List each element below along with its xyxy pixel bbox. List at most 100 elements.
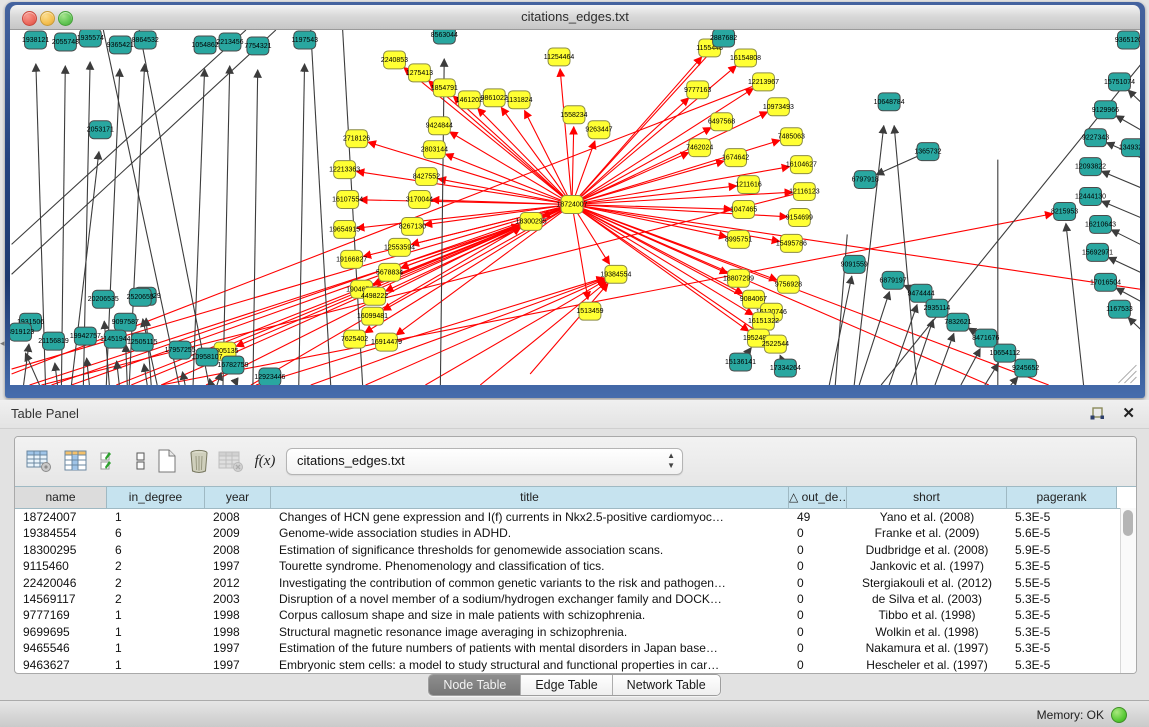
network-node[interactable]: 9365421 [107, 36, 134, 54]
network-node[interactable]: 5678834 [376, 263, 403, 281]
network-node[interactable]: 9245652 [1012, 359, 1039, 377]
network-node[interactable]: 8864532 [132, 31, 159, 49]
network-node[interactable]: 9756928 [775, 275, 802, 293]
network-window-titlebar[interactable]: citations_edges.txt [10, 5, 1140, 30]
network-node[interactable]: 2213456 [216, 33, 243, 51]
table-row[interactable]: 1938455462009Genome-wide association stu… [15, 525, 1136, 541]
column-header-year[interactable]: year [205, 487, 271, 508]
network-node[interactable]: 1047465 [730, 201, 757, 219]
network-node[interactable]: 12505115 [127, 333, 158, 351]
network-node[interactable]: 7754321 [244, 37, 271, 55]
table-row[interactable]: 1872400712008Changes of HCN gene express… [15, 509, 1136, 525]
network-node[interactable]: 1461202 [456, 91, 483, 109]
network-node[interactable]: 15495786 [776, 234, 807, 252]
network-node[interactable]: 9424844 [426, 117, 453, 135]
network-node[interactable]: 7462024 [686, 139, 713, 157]
network-node[interactable]: 1558234 [560, 106, 587, 124]
table-row[interactable]: 946554611997Estimation of the future num… [15, 640, 1136, 656]
network-node[interactable]: 9097587 [112, 313, 139, 331]
network-node[interactable]: 2053171 [87, 121, 114, 139]
network-canvas[interactable]: 1872400718300295271812612213363161075541… [10, 30, 1140, 385]
network-node[interactable]: 1197543 [291, 31, 318, 49]
network-node[interactable]: 9861022 [481, 89, 508, 107]
network-node[interactable]: 18807299 [723, 269, 754, 287]
network-node[interactable]: 1365732 [914, 143, 941, 161]
network-node[interactable]: 17016504 [1090, 273, 1121, 291]
network-node[interactable]: 2887682 [710, 30, 737, 47]
network-node[interactable]: 15136141 [725, 353, 756, 371]
network-node[interactable]: 2803144 [421, 141, 448, 159]
network-node[interactable]: 16151322 [748, 312, 779, 330]
network-node[interactable]: 18724007 [557, 196, 588, 214]
resize-grip-icon[interactable] [1130, 377, 1136, 383]
network-node[interactable]: 15692971 [1082, 243, 1113, 261]
network-node[interactable]: 8995751 [725, 230, 752, 248]
network-node[interactable]: 12213967 [748, 73, 779, 91]
network-node[interactable]: 19166827 [336, 250, 367, 268]
scrollbar-thumb[interactable] [1123, 510, 1133, 536]
network-node[interactable]: 10973493 [763, 98, 794, 116]
show-columns-icon[interactable] [62, 447, 90, 475]
network-node[interactable]: 18300295 [516, 212, 547, 230]
network-node[interactable]: 15751074 [1104, 73, 1135, 91]
table-row[interactable]: 1456911722003Disruption of a novel membe… [15, 591, 1136, 607]
network-node[interactable]: 9263447 [585, 121, 612, 139]
table-row[interactable]: 946362711997Embryonic stem cells: a mode… [15, 657, 1136, 673]
network-node[interactable]: 6879197 [880, 271, 907, 289]
network-node[interactable]: 10648784 [874, 93, 905, 111]
network-node[interactable]: 16914479 [371, 333, 402, 351]
table-row[interactable]: 977716911998Corpus callosum shape and si… [15, 607, 1136, 623]
column-header-out_de[interactable]: △ out_de… [789, 487, 847, 508]
delete-table-icon[interactable] [217, 447, 245, 475]
network-node[interactable]: 7625402 [341, 330, 368, 348]
table-select-dropdown[interactable]: citations_edges.txt ▲▼ [286, 448, 683, 475]
network-node[interactable]: 9154699 [786, 208, 813, 226]
network-node[interactable]: 16782759 [217, 356, 248, 374]
network-node[interactable]: 20206535 [88, 290, 119, 308]
network-node[interactable]: 9129966 [1092, 101, 1119, 119]
network-node[interactable]: 2935114 [924, 299, 951, 317]
network-node[interactable]: 2718126 [343, 130, 370, 148]
column-header-name[interactable]: name [15, 487, 107, 508]
column-header-title[interactable]: title [271, 487, 789, 508]
column-header-in_degree[interactable]: in_degree [107, 487, 205, 508]
network-node[interactable]: 12553594 [384, 238, 415, 256]
network-node[interactable]: 16099481 [357, 307, 388, 325]
table-row[interactable]: 969969511998Structural magnetic resonanc… [15, 624, 1136, 640]
network-node[interactable]: 2520655 [127, 288, 154, 306]
network-node[interactable]: 12213363 [329, 161, 360, 179]
network-node[interactable]: 19384554 [600, 265, 631, 283]
network-node[interactable]: 2240853 [381, 51, 408, 69]
network-node[interactable]: 1275413 [406, 64, 433, 82]
table-row[interactable]: 2242004622012Investigating the contribut… [15, 575, 1136, 591]
row-height-icon[interactable] [127, 447, 155, 475]
network-node[interactable]: 12923446 [254, 368, 285, 385]
network-node[interactable]: 3170044 [406, 191, 433, 209]
network-node[interactable]: 16154808 [730, 49, 761, 67]
network-node[interactable]: 1211616 [735, 176, 762, 194]
network-node[interactable]: 7832621 [944, 313, 971, 331]
resize-grip-icon[interactable] [1124, 371, 1136, 383]
network-node[interactable]: 1938121 [22, 31, 49, 49]
network-node[interactable]: 2055748 [52, 33, 79, 51]
network-node[interactable]: 4498222 [361, 287, 388, 305]
float-window-icon[interactable] [1089, 406, 1105, 422]
network-node[interactable]: 21156819 [38, 332, 69, 350]
network-node[interactable]: 6797918 [852, 171, 879, 189]
network-node[interactable]: 17334264 [770, 359, 801, 377]
network-node[interactable]: 8427552 [413, 168, 440, 186]
tab-node-table[interactable]: Node Table [429, 675, 521, 695]
network-node[interactable]: 3919123 [10, 323, 34, 341]
tab-edge-table[interactable]: Edge Table [521, 675, 612, 695]
table-row[interactable]: 911546021997Tourette syndrome. Phenomeno… [15, 558, 1136, 574]
network-node[interactable]: 1131824 [506, 91, 533, 109]
network-node[interactable]: 6497568 [708, 113, 735, 131]
network-node[interactable]: 1054862 [191, 36, 218, 54]
network-node[interactable]: 7485063 [778, 128, 805, 146]
network-node[interactable]: 12093822 [1075, 158, 1106, 176]
network-node[interactable]: 8563044 [431, 30, 458, 44]
tab-network-table[interactable]: Network Table [613, 675, 720, 695]
network-node[interactable]: 8471676 [972, 329, 999, 347]
network-node[interactable]: 2522544 [762, 335, 789, 353]
select-columns-icon[interactable] [97, 447, 125, 475]
